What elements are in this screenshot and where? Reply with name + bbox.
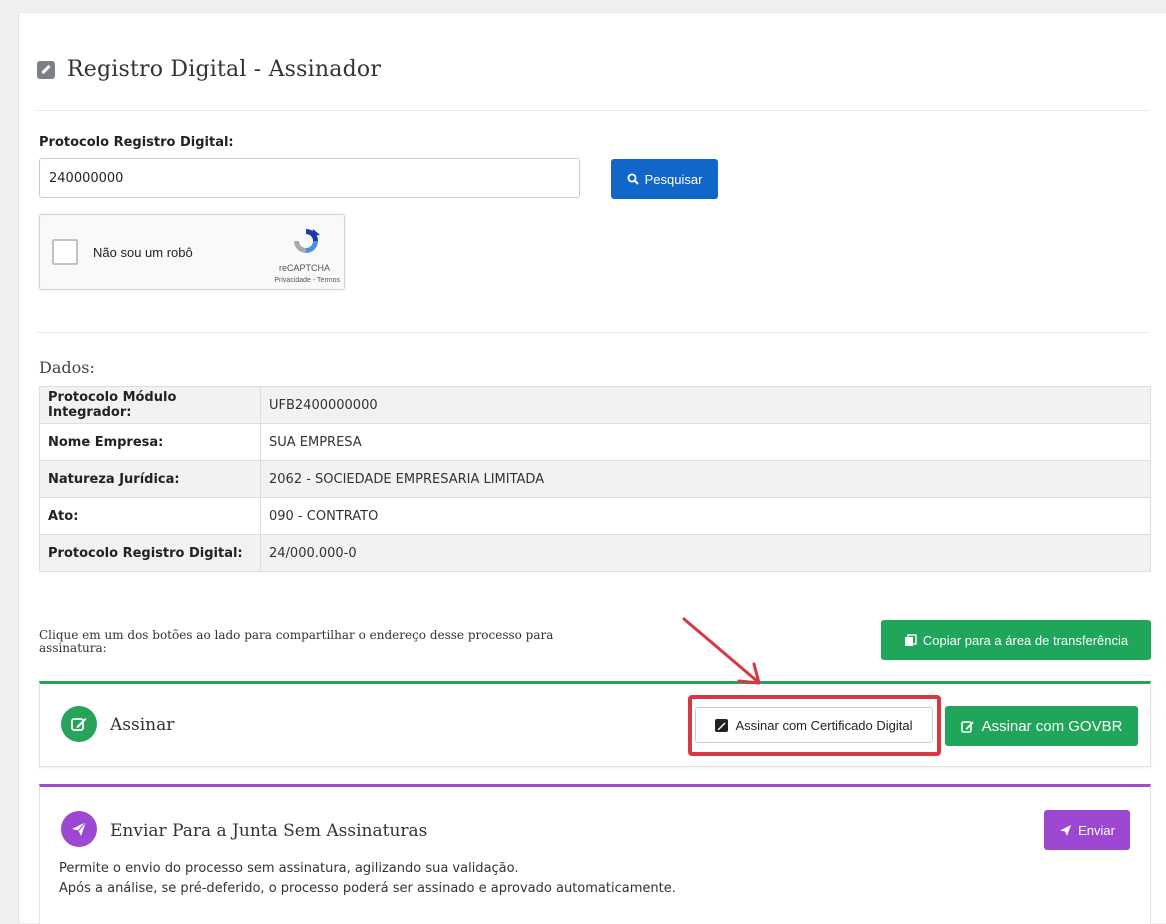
row-key: Protocolo Módulo Integrador: [39, 386, 261, 424]
sign-govbr-label: Assinar com GOVBR [981, 717, 1123, 735]
recaptcha-links[interactable]: Privacidade - Termos [40, 277, 340, 284]
send-panel: Enviar Para a Junta Sem Assinaturas [39, 784, 1151, 924]
row-value: UFB2400000000 [260, 386, 1151, 424]
dados-table: Protocolo Módulo Integrador: UFB24000000… [39, 386, 1151, 572]
row-value: 24/000.000-0 [260, 534, 1151, 572]
paper-plane-icon [1060, 824, 1072, 836]
copy-button-label: Copiar para a área de transferência [922, 632, 1129, 648]
divider [37, 332, 1149, 333]
recaptcha-label: Não sou um robô [93, 245, 193, 260]
recaptcha-brand: reCAPTCHA [278, 263, 330, 273]
divider [37, 110, 1149, 111]
paper-plane-icon [61, 811, 97, 847]
recaptcha-logo-icon [294, 229, 320, 253]
main-card: Registro Digital - Assinador Protocolo R… [18, 12, 1166, 924]
send-button[interactable]: Enviar [1044, 810, 1130, 850]
row-value: SUA EMPRESA [260, 423, 1151, 461]
recaptcha-widget: Não sou um robô reCAPTCHA Privacidade - … [39, 214, 345, 290]
row-key: Ato: [39, 497, 261, 535]
table-row: Protocolo Registro Digital: 24/000.000-0 [39, 534, 1151, 572]
table-row: Ato: 090 - CONTRATO [39, 497, 1151, 535]
send-description-line: Após a análise, se pré-deferido, o proce… [59, 881, 676, 896]
sign-govbr-button[interactable]: Assinar com GOVBR [945, 706, 1138, 746]
protocol-input[interactable] [39, 158, 580, 198]
highlight-box [688, 695, 941, 756]
search-button[interactable]: Pesquisar [611, 159, 718, 199]
row-key: Protocolo Registro Digital: [39, 534, 261, 572]
send-button-label: Enviar [1078, 822, 1115, 838]
dados-title: Dados: [39, 358, 95, 377]
row-value: 090 - CONTRATO [260, 497, 1151, 535]
send-description: Permite o envio do processo sem assinatu… [59, 859, 676, 899]
table-row: Nome Empresa: SUA EMPRESA [39, 423, 1151, 461]
edit-icon [960, 721, 974, 733]
recaptcha-checkbox[interactable] [52, 239, 78, 265]
share-instructions: Clique em um dos botões ao lado para com… [39, 628, 554, 655]
search-button-label: Pesquisar [644, 171, 703, 187]
row-value: 2062 - SOCIEDADE EMPRESARIA LIMITADA [260, 460, 1151, 498]
send-description-line: Permite o envio do processo sem assinatu… [59, 861, 519, 876]
page-title: Registro Digital - Assinador [67, 57, 382, 82]
row-key: Natureza Jurídica: [39, 460, 261, 498]
send-title: Enviar Para a Junta Sem Assinaturas [110, 821, 428, 841]
table-row: Protocolo Módulo Integrador: UFB24000000… [39, 386, 1151, 424]
sign-edit-icon [61, 706, 97, 742]
table-row: Natureza Jurídica: 2062 - SOCIEDADE EMPR… [39, 460, 1151, 498]
edit-icon [37, 60, 55, 79]
row-key: Nome Empresa: [39, 423, 261, 461]
search-icon [627, 173, 639, 185]
copy-to-clipboard-button[interactable]: Copiar para a área de transferência [881, 620, 1151, 660]
protocol-label: Protocolo Registro Digital: [39, 135, 234, 150]
sign-title: Assinar [110, 715, 175, 735]
page-header: Registro Digital - Assinador [37, 57, 381, 82]
clipboard-icon [904, 633, 917, 646]
